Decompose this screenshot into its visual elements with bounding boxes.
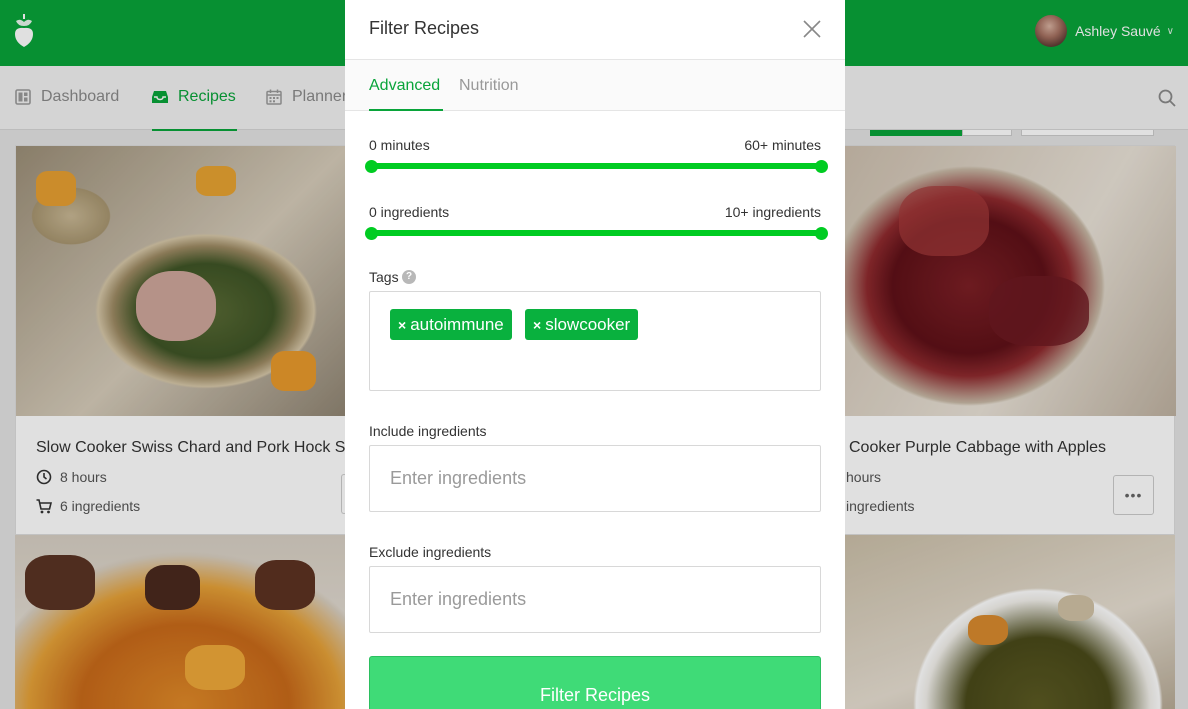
ingredient-slider-max-handle[interactable]: [815, 227, 828, 240]
nav-label-recipes: Recipes: [178, 88, 236, 105]
filter-recipes-button[interactable]: Filter Recipes: [369, 656, 821, 709]
active-tab-indicator: [369, 109, 443, 111]
strawberry-logo-icon[interactable]: [14, 14, 34, 48]
beef-piece: [145, 565, 200, 610]
recipe-time-value: hours: [846, 469, 882, 485]
squash-piece: [36, 171, 76, 206]
tab-advanced[interactable]: Advanced: [369, 77, 440, 95]
close-icon[interactable]: [801, 18, 823, 40]
beef-piece: [25, 555, 95, 610]
tags-label: Tags: [369, 269, 399, 285]
time-slider-max-label: 60+ minutes: [744, 137, 821, 153]
filter-recipes-modal: Filter Recipes Advanced Nutrition 0 minu…: [345, 0, 845, 709]
cabbage-texture: [989, 276, 1089, 346]
pork-hock: [136, 271, 216, 341]
view-toggle[interactable]: [962, 130, 1012, 136]
ellipsis-icon: •••: [1124, 487, 1143, 503]
recipe-time-value: 8 hours: [60, 469, 107, 485]
recipe-card[interactable]: Cooker Purple Cabbage with Apples hours …: [838, 145, 1176, 535]
time-slider-track[interactable]: [371, 163, 821, 169]
recipe-ingredients-value: ingredients: [846, 498, 915, 514]
recipe-title[interactable]: Cooker Purple Cabbage with Apples: [849, 439, 1106, 457]
nav-item-dashboard[interactable]: Dashboard: [15, 88, 119, 106]
recipe-photo-stew[interactable]: [15, 535, 350, 709]
user-name: Ashley Sauvé: [1075, 23, 1161, 39]
beef-piece: [255, 560, 315, 610]
recipe-ingredients: 6 ingredients: [36, 498, 140, 514]
more-options-button[interactable]: •••: [1113, 475, 1154, 515]
recipe-card[interactable]: Slow Cooker Swiss Chard and Pork Hock S …: [15, 145, 351, 535]
recipe-ingredients: ingredients: [846, 498, 915, 514]
clock-icon: [36, 469, 52, 485]
time-slider-min-handle[interactable]: [365, 160, 378, 173]
squash-piece: [968, 615, 1008, 645]
inbox-icon: [152, 91, 168, 103]
nav-item-planner[interactable]: Planner: [266, 88, 347, 106]
remove-tag-icon[interactable]: ×: [398, 317, 406, 333]
recipe-time: hours: [846, 469, 881, 485]
nav-item-recipes[interactable]: Recipes: [152, 88, 236, 106]
squash-piece: [185, 645, 245, 690]
view-toggle-active[interactable]: [870, 130, 962, 136]
squash-piece: [196, 166, 236, 196]
remove-tag-icon[interactable]: ×: [533, 317, 541, 333]
tab-nutrition[interactable]: Nutrition: [459, 77, 519, 95]
user-menu[interactable]: Ashley Sauvé ∨: [1035, 15, 1174, 47]
tag-label: slowcooker: [545, 314, 631, 334]
modal-header: Filter Recipes: [345, 0, 845, 60]
mushroom-piece: [1058, 595, 1094, 621]
calendar-icon: [266, 89, 282, 105]
recipe-time: 8 hours: [36, 469, 107, 485]
cabbage-texture: [899, 186, 989, 256]
filter-tabs: Advanced Nutrition: [345, 60, 845, 111]
tag-label: autoimmune: [410, 314, 504, 334]
ingredient-slider-max-label: 10+ ingredients: [724, 204, 821, 220]
exclude-ingredients-input[interactable]: [369, 566, 821, 633]
sort-dropdown[interactable]: [1021, 130, 1154, 136]
ingredient-slider-min-handle[interactable]: [365, 227, 378, 240]
recipe-photo-soup[interactable]: [838, 535, 1175, 709]
time-slider-min-label: 0 minutes: [369, 137, 430, 153]
dashboard-icon: [15, 89, 31, 105]
modal-title: Filter Recipes: [369, 18, 480, 38]
avatar: [1035, 15, 1068, 47]
include-ingredients-input[interactable]: [369, 445, 821, 512]
tag-slowcooker[interactable]: × slowcooker: [525, 309, 639, 340]
chevron-down-icon: ∨: [1166, 25, 1174, 37]
ingredient-slider-track[interactable]: [371, 230, 821, 236]
cart-icon: [36, 498, 52, 513]
active-nav-indicator: [152, 129, 237, 131]
recipe-ingredients-value: 6 ingredients: [60, 498, 141, 514]
ingredient-slider-min-label: 0 ingredients: [369, 204, 450, 220]
squash-piece: [271, 351, 316, 391]
nav-label-planner: Planner: [292, 88, 348, 105]
nav-label-dashboard: Dashboard: [41, 88, 120, 105]
exclude-ingredients-label: Exclude ingredients: [369, 544, 492, 560]
help-icon[interactable]: ?: [402, 270, 416, 284]
search-icon[interactable]: [1158, 89, 1176, 107]
time-slider-max-handle[interactable]: [815, 160, 828, 173]
recipe-photo-swiss-chard[interactable]: [16, 146, 351, 416]
tag-autoimmune[interactable]: × autoimmune: [390, 309, 512, 340]
recipe-title[interactable]: Slow Cooker Swiss Chard and Pork Hock S: [36, 439, 345, 457]
include-ingredients-label: Include ingredients: [369, 423, 487, 439]
tags-input[interactable]: × autoimmune × slowcooker: [369, 291, 821, 391]
recipe-photo-purple-cabbage[interactable]: [839, 146, 1176, 416]
